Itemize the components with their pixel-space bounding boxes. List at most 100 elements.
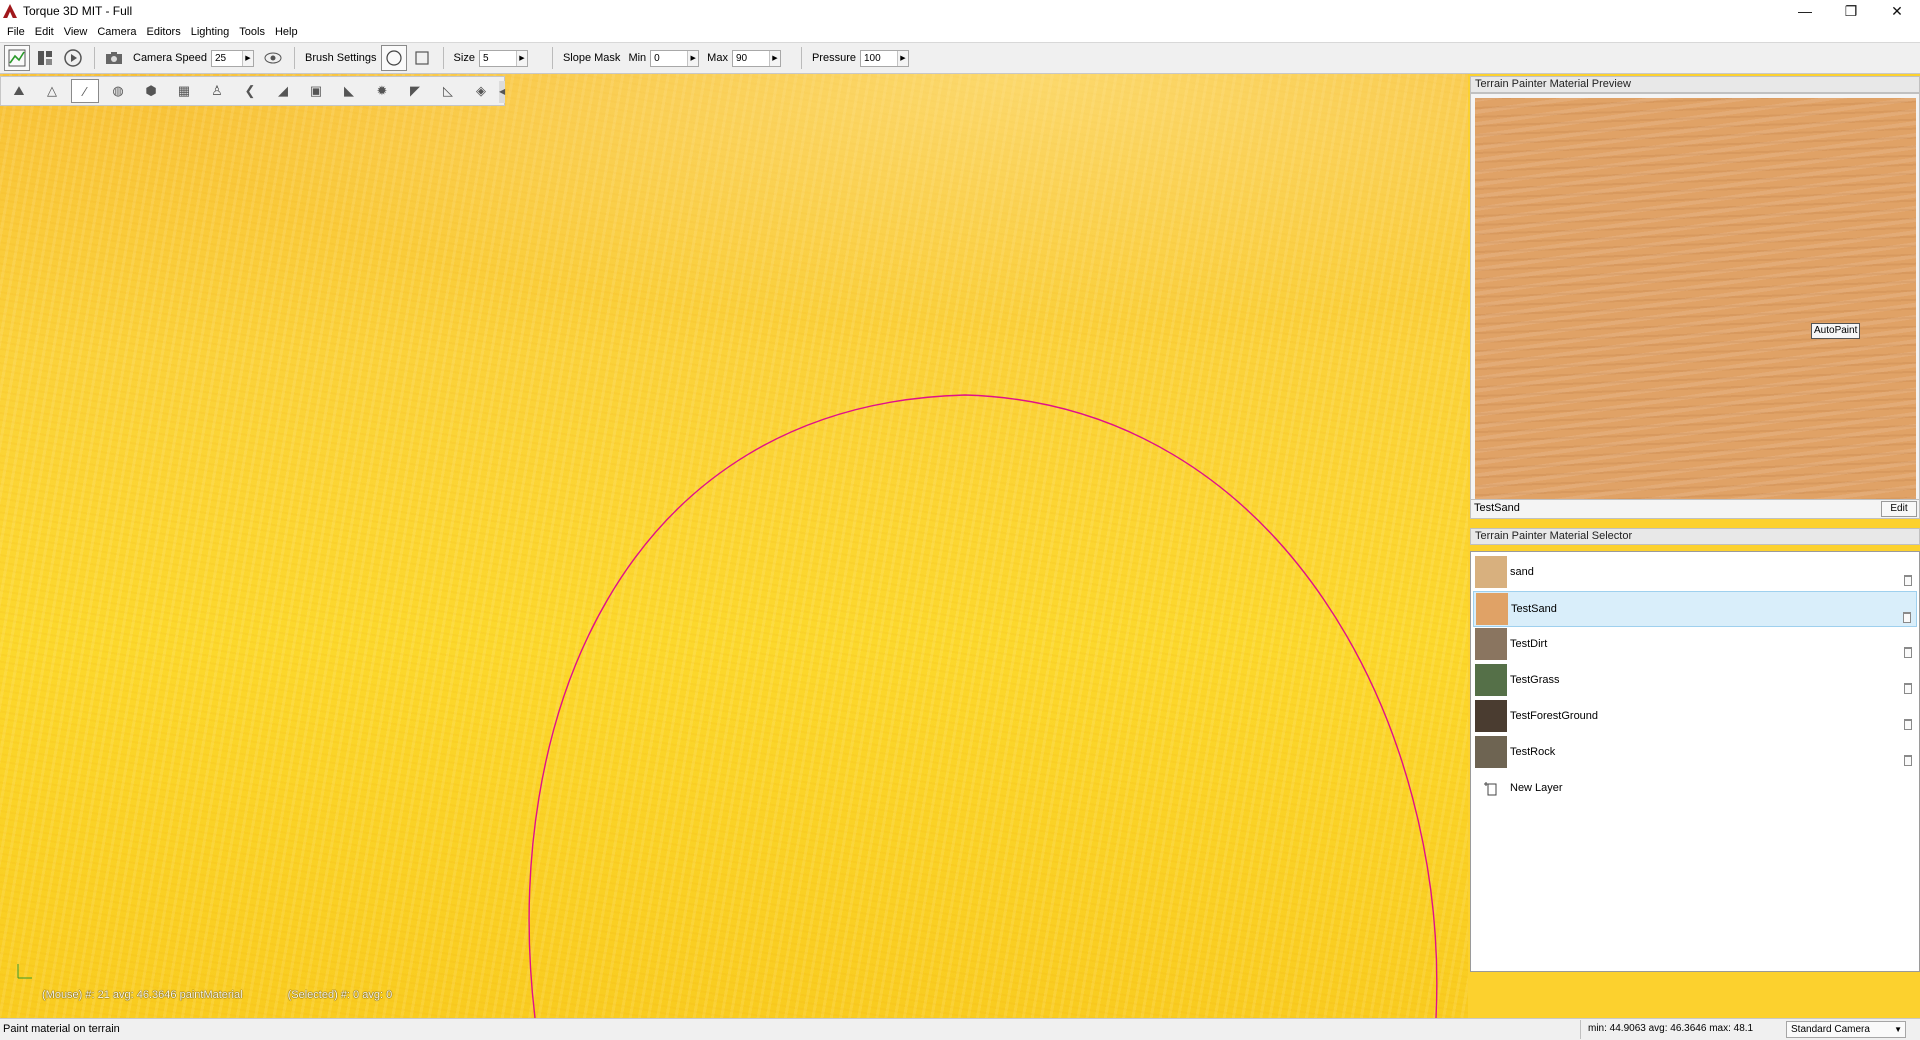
material-row[interactable]: TestGrass [1473,663,1917,699]
slope-min-input[interactable]: 0 ▶ [650,49,700,67]
menu-editors[interactable]: Editors [141,22,185,42]
texture-icon: ▦ [177,83,191,98]
autopaint-button[interactable]: AutoPaint [1811,323,1861,339]
material-swatch [1475,700,1507,732]
slope-mask-label: Slope Mask [562,52,621,64]
new-layer-row[interactable]: New Layer [1473,771,1917,807]
palette-tool-button[interactable]: ◤ [401,79,429,103]
status-message: Paint material on terrain [3,1023,120,1035]
gui-editor-button[interactable] [32,45,58,71]
palette-tool-button[interactable]: ♙ [203,79,231,103]
menu-camera[interactable]: Camera [92,22,141,42]
material-row[interactable]: TestRock [1473,735,1917,771]
eye-icon [264,52,282,64]
material-label: TestSand [1511,603,1557,615]
pressure-arrow-icon[interactable]: ▶ [896,50,908,66]
material-swatch [1475,664,1507,696]
palette-tool-button[interactable]: ✹ [368,79,396,103]
menu-edit[interactable]: Edit [30,22,59,42]
palette-tool-button[interactable]: △ [38,79,66,103]
delete-material-icon[interactable] [1904,647,1912,658]
slope-max-value: 90 [735,52,748,64]
material-row[interactable]: TestDirt [1473,627,1917,663]
size-label: Size [453,52,475,64]
world-editor-icon [8,49,26,67]
toolbar-separator [294,47,295,69]
box-brush-button[interactable] [409,45,435,71]
world-editor-button[interactable] [4,45,30,71]
material-preview-box: AutoPaint [1470,93,1920,514]
clear-icon: ◺ [443,83,453,98]
material-row[interactable]: TestSand [1473,591,1917,627]
camera-speed-input[interactable]: 25 ▶ [211,49,254,67]
palette-tool-button[interactable]: ⛰ [5,79,33,103]
palette-tool-button[interactable]: ❮ [236,79,264,103]
paint-material-icon: ∕ [83,83,87,99]
select-terrain-icon: ⛰ [13,83,25,98]
camera-button[interactable] [101,45,127,71]
camera-speed-value: 25 [215,52,227,64]
palette-collapse-icon[interactable]: ◀ [499,81,505,103]
size-value: 5 [482,52,489,64]
palette-tool-button[interactable]: ▦ [170,79,198,103]
edit-material-button[interactable]: Edit [1881,501,1917,517]
terrain-options-icon: ◈ [476,83,486,98]
delete-material-icon[interactable] [1904,575,1912,586]
slope-max-label: Max [707,52,728,64]
menu-tools[interactable]: Tools [234,22,270,42]
visibility-button[interactable] [260,45,286,71]
slope-max-input[interactable]: 90 ▶ [731,49,781,67]
gui-editor-icon [38,51,52,65]
material-row[interactable]: TestForestGround [1473,699,1917,735]
delete-material-icon[interactable] [1904,755,1912,766]
restore-button[interactable]: ❐ [1828,0,1874,22]
slope-min-arrow-icon[interactable]: ▶ [687,50,699,66]
camera-speed-arrow-icon[interactable]: ▶ [242,50,253,66]
scene-viewport[interactable] [0,74,1468,1018]
window-title: Torque 3D MIT - Full [23,4,133,18]
material-label: TestRock [1510,746,1556,758]
size-input[interactable]: 5 ▶ [478,49,528,67]
toolbar-separator [94,47,95,69]
delete-material-icon[interactable] [1904,683,1912,694]
palette-tool-button[interactable]: ▣ [302,79,330,103]
circle-brush-button[interactable] [380,45,407,71]
close-button[interactable]: ✕ [1874,0,1920,22]
main-toolbar: Camera Speed 25 ▶ Brush Settings Size 5 … [0,42,1920,74]
torque-logo-icon [3,4,17,18]
palette-tool-button[interactable]: ◈ [467,79,495,103]
slope-max-arrow-icon[interactable]: ▶ [768,50,780,66]
camera-mode-select[interactable]: Standard Camera ▼ [1786,1021,1906,1038]
palette-tool-button[interactable]: ⬢ [137,79,165,103]
preview-name-row: TestSand Edit [1470,499,1920,519]
toolbar-separator [442,47,444,69]
play-game-button[interactable] [60,45,86,71]
new-layer-icon [1484,782,1497,796]
toolbar-separator [800,47,802,69]
camera-speed-label: Camera Speed [133,52,207,64]
pressure-value: 100 [863,52,881,64]
material-row[interactable]: sand [1473,555,1917,591]
minimize-button[interactable]: — [1782,0,1828,22]
set-height-icon: ◤ [410,83,420,98]
terrain-painter-panel: Terrain Painter Material Preview AutoPai… [1468,74,1920,1018]
palette-tool-button[interactable]: ◣ [335,79,363,103]
size-arrow-icon[interactable]: ▶ [515,50,527,66]
menu-help[interactable]: Help [270,22,303,42]
pressure-input[interactable]: 100 ▶ [859,49,909,67]
palette-tool-button[interactable]: ◢ [269,79,297,103]
menu-lighting[interactable]: Lighting [186,22,235,42]
terrain-tool-palette: ⛰ △ ∕ ◍ ⬢ ▦ ♙ ❮ ◢ ▣ ◣ ✹ ◤ ◺ ◈ ◀ [0,76,505,106]
menu-file[interactable]: File [2,22,30,42]
brush-circle-path [528,394,1438,1018]
adjust-height-icon: ▣ [309,83,323,98]
delete-material-icon[interactable] [1904,719,1912,730]
box-brush-icon [414,51,429,65]
brush-settings-label: Brush Settings [305,52,377,64]
palette-tool-button[interactable]: ∕ [71,79,99,103]
palette-tool-button[interactable]: ◍ [104,79,132,103]
delete-material-icon[interactable] [1903,612,1911,623]
menu-view[interactable]: View [59,22,93,42]
camera-icon [106,52,122,64]
palette-tool-button[interactable]: ◺ [434,79,462,103]
